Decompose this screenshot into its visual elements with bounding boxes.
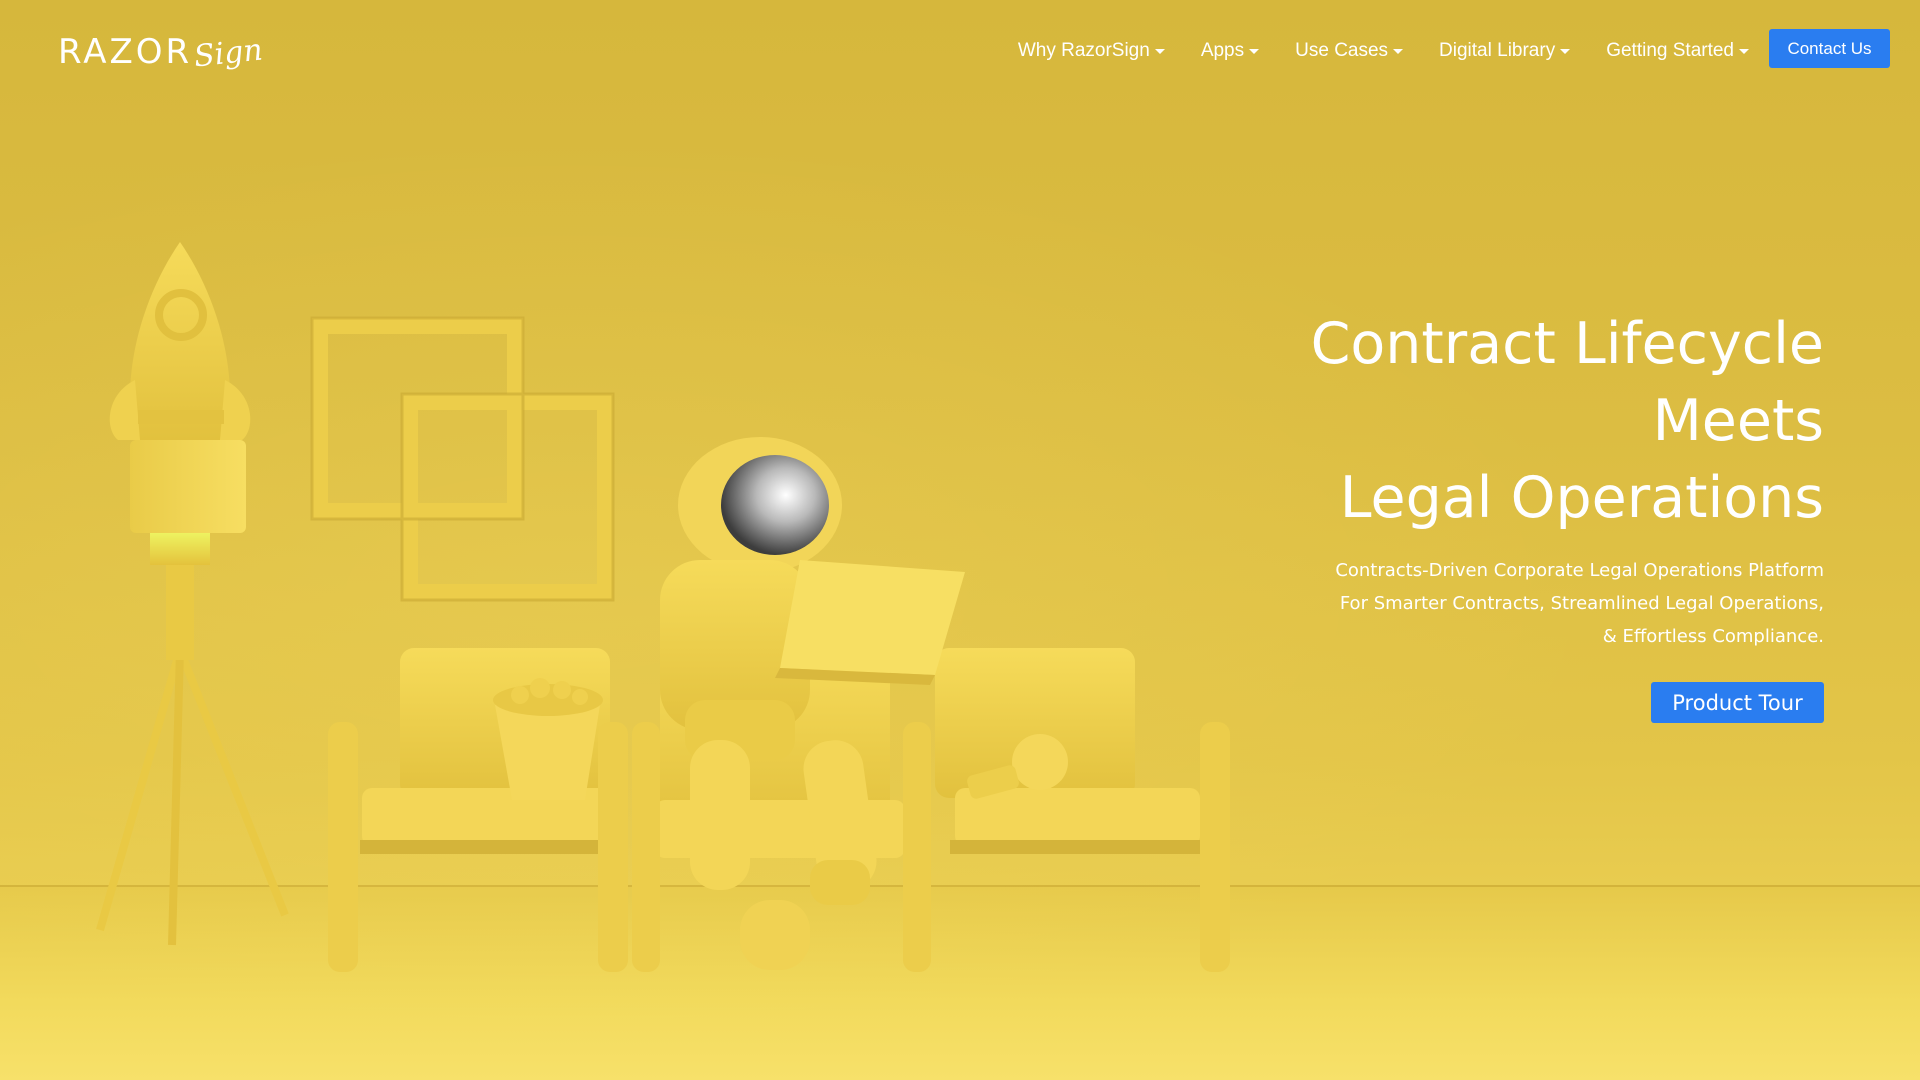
nav-label: Use Cases bbox=[1295, 40, 1389, 61]
nav-use-cases[interactable]: Use Cases bbox=[1277, 36, 1421, 66]
main-nav: Why RazorSign Apps Use Cases Digital Lib… bbox=[1000, 36, 1767, 66]
rocket-lamp bbox=[96, 242, 289, 946]
nav-digital-library[interactable]: Digital Library bbox=[1421, 36, 1588, 66]
hero-subtitle-line: & Effortless Compliance. bbox=[1602, 626, 1824, 647]
hero-title: Contract Lifecycle Meets Legal Operation… bbox=[1064, 306, 1824, 537]
logo-text: RAZOR bbox=[58, 32, 193, 72]
nav-label: Getting Started bbox=[1606, 40, 1734, 61]
hero-subtitle-line: Contracts-Driven Corporate Legal Operati… bbox=[1335, 560, 1824, 581]
logo-script: Sign bbox=[192, 32, 265, 75]
razorsign-logo[interactable]: RAZOR Sign bbox=[58, 32, 268, 77]
caret-down-icon bbox=[1739, 48, 1749, 54]
contact-us-button[interactable]: Contact Us bbox=[1769, 29, 1890, 68]
nav-label: Why RazorSign bbox=[1017, 40, 1150, 61]
nav-label: Apps bbox=[1200, 40, 1245, 61]
hero-title-line: Legal Operations bbox=[1339, 465, 1824, 531]
hero-illustration bbox=[96, 242, 1230, 972]
hero-title-line: Meets bbox=[1652, 388, 1824, 454]
hero-title-line: Contract Lifecycle bbox=[1310, 311, 1824, 377]
hero-section: RAZOR Sign Why RazorSign Apps Use Cases … bbox=[0, 0, 1920, 1080]
nav-why-razorsign[interactable]: Why RazorSign bbox=[1000, 36, 1183, 66]
caret-down-icon bbox=[1560, 48, 1571, 54]
caret-down-icon bbox=[1249, 48, 1260, 54]
site-header: RAZOR Sign Why RazorSign Apps Use Cases … bbox=[0, 0, 1920, 100]
product-tour-button[interactable]: Product Tour bbox=[1651, 682, 1824, 723]
hero-subtitle: Contracts-Driven Corporate Legal Operati… bbox=[1064, 554, 1824, 653]
caret-down-icon bbox=[1393, 48, 1404, 54]
hero-subtitle-line: For Smarter Contracts, Streamlined Legal… bbox=[1339, 593, 1824, 614]
wall-shelves bbox=[312, 318, 613, 600]
caret-down-icon bbox=[1154, 48, 1165, 54]
nav-getting-started[interactable]: Getting Started bbox=[1588, 36, 1767, 66]
nav-apps[interactable]: Apps bbox=[1183, 36, 1277, 66]
popcorn-bucket bbox=[493, 678, 603, 800]
nav-label: Digital Library bbox=[1439, 40, 1556, 61]
